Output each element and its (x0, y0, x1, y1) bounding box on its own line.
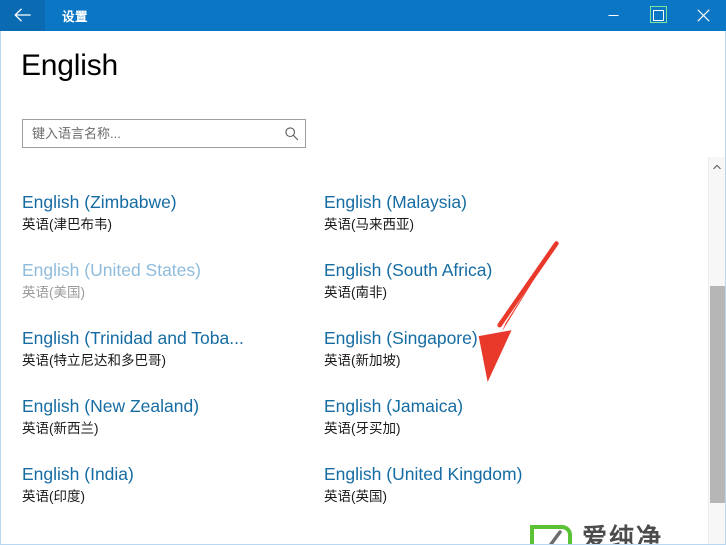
language-name-cn: 英语(马来西亚) (324, 216, 414, 232)
language-item[interactable]: 英语(加拿大) (324, 157, 626, 185)
language-name-cn: 英语(南非) (324, 284, 387, 300)
language-name-en: English (South Africa) (324, 260, 493, 280)
language-list[interactable]: 英语(加勒比海)英语(加拿大) English (Zimbabwe) 英语(津巴布韦… (1, 157, 725, 544)
language-name-en: English (New Zealand) (22, 396, 200, 416)
chevron-up-icon (713, 157, 721, 175)
language-name-cn: 英语(印度) (22, 488, 85, 504)
language-name-cn: 英语(津巴布韦) (22, 216, 112, 232)
language-name-en: English (United Kingdom) (324, 464, 523, 484)
language-name-en: English (Singapore) (324, 328, 478, 348)
language-item[interactable]: English (India) 英语(印度) (22, 457, 324, 525)
maximize-icon (653, 9, 664, 21)
language-name-cn: 英语(英国) (324, 488, 387, 504)
title-bar: 设置 (0, 0, 726, 31)
language-item[interactable]: English (Singapore) 英语(新加坡) (324, 321, 626, 389)
minimize-icon (608, 10, 619, 21)
language-grid: 英语(加勒比海)英语(加拿大) English (Zimbabwe) 英语(津巴布韦… (1, 157, 701, 525)
language-name-cn: 英语(牙买加) (324, 420, 401, 436)
language-item[interactable]: English (Trinidad and Toba... 英语(特立尼达和多巴哥… (22, 321, 324, 389)
back-button[interactable] (0, 0, 45, 31)
language-name-en: English (Zimbabwe) (22, 192, 177, 212)
settings-window: 设置 English 键入语言名称... English (Zimbabwe) … (0, 0, 726, 545)
language-name-en: English (Malaysia) (324, 192, 467, 212)
window-title: 设置 (62, 9, 89, 24)
titlebar-drag-area[interactable] (88, 0, 591, 31)
back-arrow-icon (13, 8, 33, 22)
language-name-cn: 英语(特立尼达和多巴哥) (22, 352, 166, 368)
close-button[interactable] (681, 0, 726, 31)
language-item[interactable]: 英语(加勒比海) (22, 157, 324, 185)
content-area: English 英语(加勒比海)英语(加拿大)English (Zimbabwe… (1, 31, 725, 544)
language-name-cn: 英语(美国) (22, 284, 85, 300)
language-item[interactable]: English (Jamaica) 英语(牙买加) (324, 389, 626, 457)
language-name-en: English (Jamaica) (324, 396, 464, 416)
maximize-button[interactable] (636, 0, 681, 31)
vertical-scrollbar[interactable] (708, 157, 725, 544)
language-item[interactable]: English (Malaysia) 英语(马来西亚) (324, 185, 626, 253)
language-name-cn: 英语(新西兰) (22, 420, 99, 436)
search-input[interactable] (23, 120, 277, 147)
language-name-en: English (Trinidad and Toba... (22, 328, 244, 348)
close-icon (697, 8, 710, 22)
page-title: English (21, 49, 118, 82)
language-name-en: English (India) (22, 464, 134, 484)
language-item[interactable]: English (New Zealand) 英语(新西兰) (22, 389, 324, 457)
window-controls (591, 0, 726, 31)
scrollbar-thumb[interactable] (710, 286, 725, 503)
language-item[interactable]: English (United Kingdom) 英语(英国) (324, 457, 626, 525)
scroll-up-button[interactable] (709, 157, 725, 174)
language-item[interactable]: English (South Africa) 英语(南非) (324, 253, 626, 321)
language-item[interactable]: English (United States) 英语(美国) (22, 253, 324, 321)
language-item[interactable]: English (Zimbabwe) 英语(津巴布韦) (22, 185, 324, 253)
search-icon[interactable] (277, 126, 305, 141)
minimize-button[interactable] (591, 0, 636, 31)
language-name-en: English (United States) (22, 260, 201, 280)
language-search-box[interactable] (22, 119, 306, 148)
language-name-cn: 英语(新加坡) (324, 352, 401, 368)
